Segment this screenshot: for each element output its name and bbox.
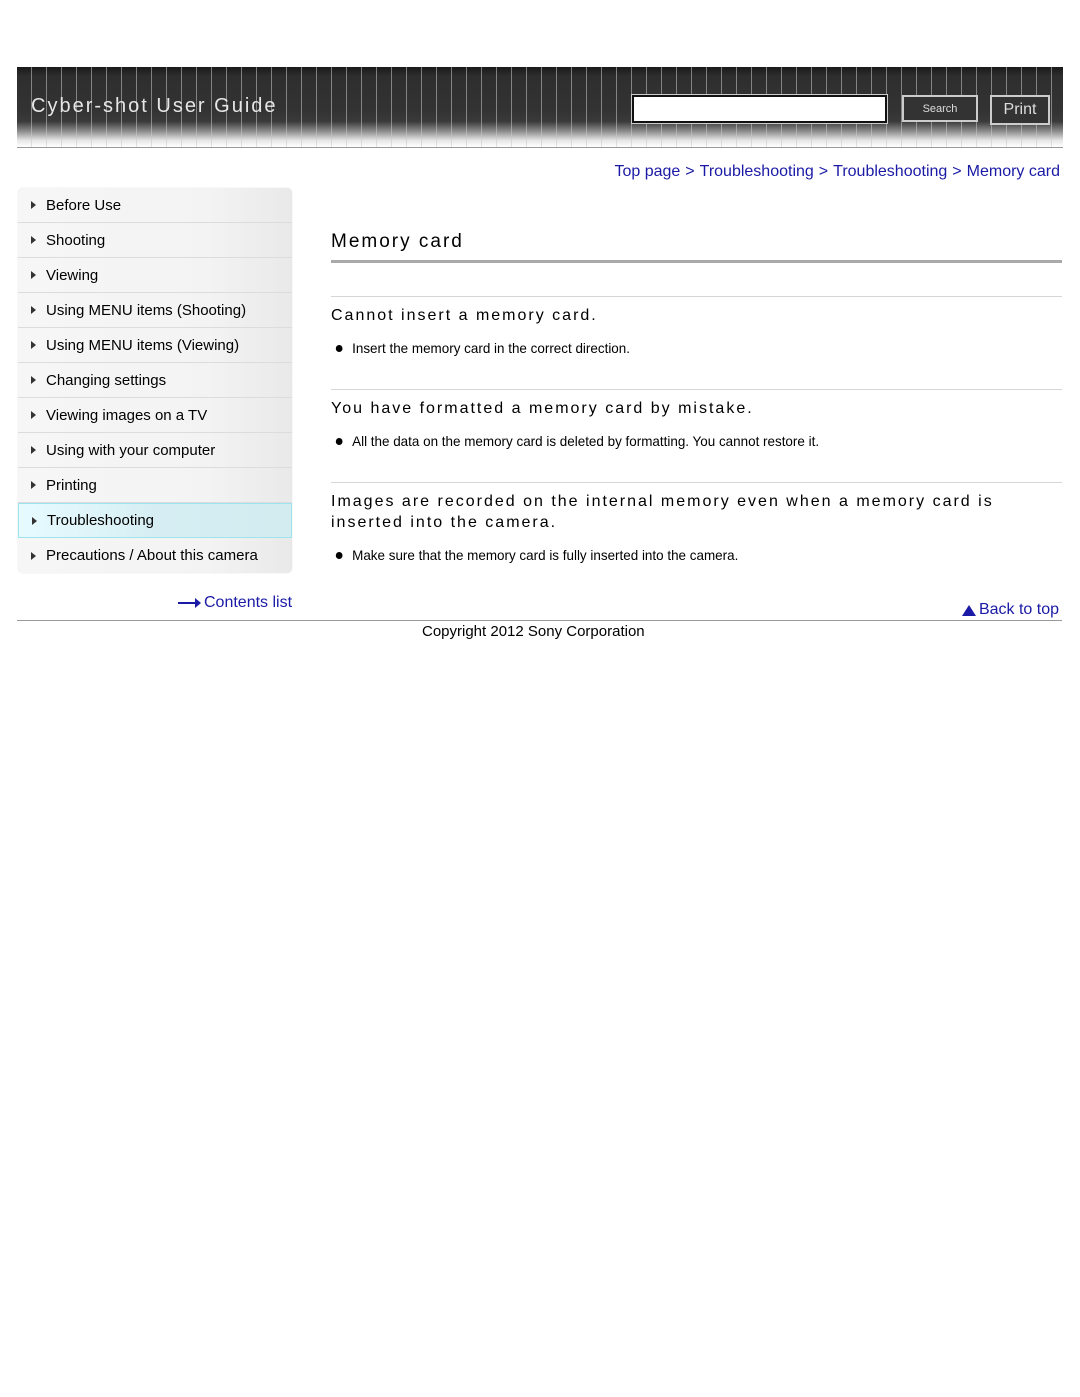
- bullet-icon: [335, 344, 343, 352]
- app-title: Cyber-shot User Guide: [31, 95, 278, 117]
- breadcrumb-troubleshooting-sub[interactable]: Troubleshooting: [833, 163, 947, 180]
- triangle-right-icon: [31, 411, 36, 419]
- list-item: Make sure that the memory card is fully …: [331, 547, 1033, 563]
- contents-list-link[interactable]: Contents list: [178, 594, 292, 612]
- triangle-right-icon: [32, 516, 37, 525]
- sidebar-item-viewing[interactable]: Viewing: [18, 258, 292, 293]
- breadcrumb-troubleshooting[interactable]: Troubleshooting: [700, 163, 814, 180]
- triangle-right-icon: [31, 236, 36, 244]
- sidebar-item-label: Troubleshooting: [47, 512, 155, 529]
- breadcrumb-separator: >: [685, 163, 695, 180]
- triangle-right-icon: [31, 306, 36, 314]
- sidebar-item-changing-settings[interactable]: Changing settings: [18, 363, 292, 398]
- main-content: Memory card Cannot insert a memory card.…: [331, 225, 1062, 563]
- footer-divider: [17, 620, 1062, 621]
- sidebar-item-computer[interactable]: Using with your computer: [18, 433, 292, 468]
- topic-heading: Images are recorded on the internal memo…: [331, 493, 994, 531]
- bullet-text: Insert the memory card in the correct di…: [352, 340, 630, 356]
- sidebar-item-shooting[interactable]: Shooting: [18, 223, 292, 258]
- contents-list-label: Contents list: [204, 594, 293, 611]
- sidebar-item-label: Using with your computer: [46, 441, 216, 459]
- triangle-up-icon: [961, 604, 976, 616]
- triangle-right-icon: [31, 376, 36, 384]
- triangle-right-icon: [31, 341, 36, 349]
- triangle-right-icon: [31, 201, 36, 209]
- sidebar-item-printing[interactable]: Printing: [18, 468, 292, 503]
- triangle-right-icon: [31, 551, 36, 560]
- sidebar-item-label: Shooting: [46, 231, 106, 249]
- sidebar-item-label: Viewing images on a TV: [46, 406, 208, 424]
- sidebar-item-label: Before Use: [46, 196, 122, 214]
- sidebar-item-precautions[interactable]: Precautions / About this camera: [18, 538, 292, 573]
- sidebar-item-label: Printing: [46, 476, 97, 494]
- bullet-icon: [335, 437, 343, 445]
- sidebar-item-label: Using MENU items (Shooting): [46, 301, 247, 319]
- sidebar-item-label: Viewing: [46, 266, 99, 284]
- title-divider: [331, 260, 1062, 263]
- breadcrumb-separator: >: [818, 163, 829, 180]
- list-item: Insert the memory card in the correct di…: [331, 340, 1033, 356]
- back-to-top-link[interactable]: Back to top: [961, 601, 1059, 619]
- sidebar-item-label: Using MENU items (Viewing): [46, 336, 240, 354]
- sidebar-item-viewing-tv[interactable]: Viewing images on a TV: [18, 398, 292, 433]
- sidebar-item-before-use[interactable]: Before Use: [18, 188, 292, 223]
- breadcrumb-separator: >: [952, 163, 962, 180]
- bullet-text: All the data on the memory card is delet…: [352, 433, 820, 449]
- bullet-list: All the data on the memory card is delet…: [331, 433, 1062, 449]
- sidebar-item-label: Precautions / About this camera: [46, 547, 258, 564]
- topic-heading: Cannot insert a memory card.: [331, 307, 598, 324]
- sidebar-item-troubleshooting[interactable]: Troubleshooting: [18, 503, 292, 538]
- breadcrumb-top-page[interactable]: Top page: [614, 163, 680, 180]
- topic-section: Cannot insert a memory card. Insert the …: [331, 296, 1062, 356]
- page-title: Memory card: [331, 231, 464, 252]
- triangle-right-icon: [31, 446, 36, 454]
- triangle-right-icon: [31, 271, 36, 279]
- print-button[interactable]: Print: [990, 95, 1050, 125]
- bullet-icon: [335, 551, 343, 559]
- copyright-text: Copyright 2012 Sony Corporation: [422, 623, 645, 640]
- bullet-text: Make sure that the memory card is fully …: [352, 547, 739, 563]
- search-button[interactable]: Search: [902, 95, 978, 122]
- back-to-top-label: Back to top: [978, 601, 1059, 618]
- sidebar-item-menu-shooting[interactable]: Using MENU items (Shooting): [18, 293, 292, 328]
- search-input[interactable]: [631, 94, 888, 124]
- topic-section: Images are recorded on the internal memo…: [331, 482, 1062, 563]
- sidebar-item-label: Changing settings: [46, 371, 167, 389]
- breadcrumb-memory-card[interactable]: Memory card: [967, 163, 1060, 180]
- arrow-right-icon: [178, 598, 201, 608]
- topic-heading: You have formatted a memory card by mist…: [331, 400, 754, 417]
- triangle-right-icon: [31, 481, 36, 489]
- sidebar-item-menu-viewing[interactable]: Using MENU items (Viewing): [18, 328, 292, 363]
- bullet-list: Insert the memory card in the correct di…: [331, 340, 1062, 356]
- header-banner: Cyber-shot User Guide Search Print: [17, 67, 1063, 148]
- topic-section: You have formatted a memory card by mist…: [331, 389, 1062, 449]
- sidebar-nav: Before Use Shooting Viewing Using MENU i…: [18, 188, 292, 573]
- bullet-list: Make sure that the memory card is fully …: [331, 547, 1062, 563]
- list-item: All the data on the memory card is delet…: [331, 433, 1033, 449]
- breadcrumb: Top page > Troubleshooting > Troubleshooting…: [614, 163, 1060, 181]
